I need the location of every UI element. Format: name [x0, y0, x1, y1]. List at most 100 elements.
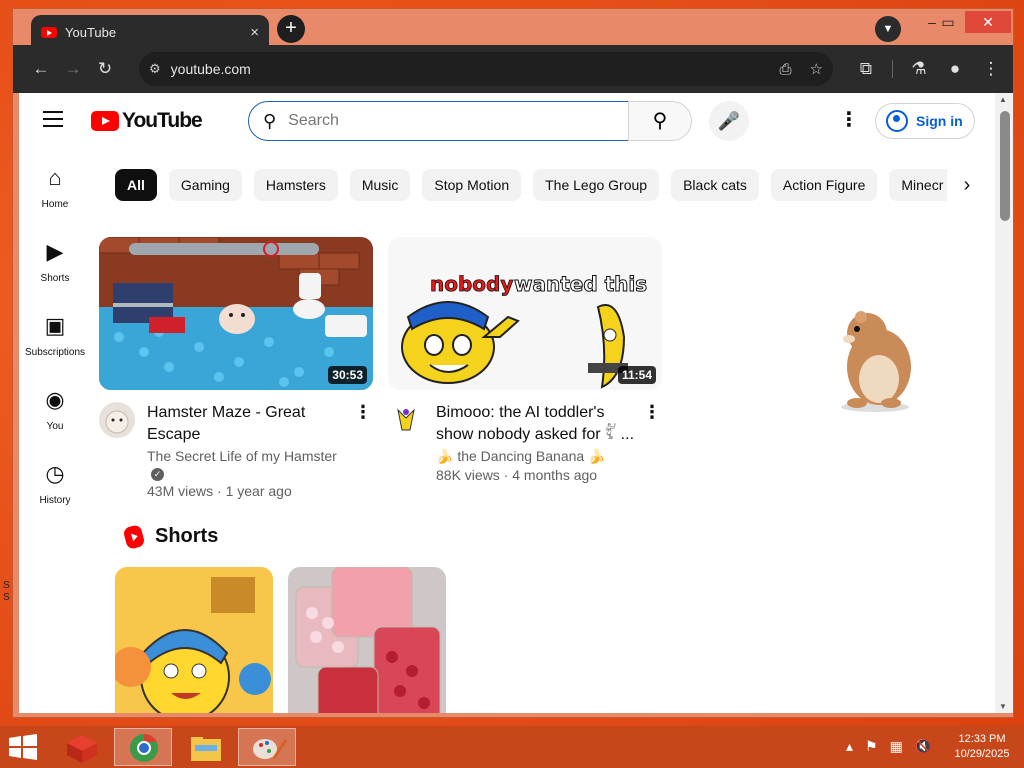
shorts-logo-icon — [122, 523, 146, 550]
video-title[interactable]: Bimooo: the AI toddler's show nobody ask… — [436, 402, 642, 446]
browser-toolbar: ← → ↻ ⚙ youtube.com ⎙ ☆ ⧉ ⚗ ● ⋮ — [13, 45, 1013, 93]
network-icon[interactable]: ▦ — [890, 738, 903, 755]
search-button[interactable]: ⚲ — [628, 101, 692, 141]
bookmark-star-icon[interactable]: ☆ — [810, 60, 823, 78]
video-stats: 88K views · 4 months ago — [436, 467, 598, 483]
sign-in-button[interactable]: Sign in — [875, 103, 975, 139]
chip-stop-motion[interactable]: Stop Motion — [422, 169, 522, 201]
toolbar-separator — [892, 60, 893, 78]
svg-text:nobody: nobody — [430, 272, 513, 296]
youtube-logo[interactable]: YouTube — [91, 109, 203, 133]
taskbar-paint-icon[interactable] — [238, 728, 296, 766]
extensions-icon[interactable]: ⧉ — [850, 53, 882, 85]
channel-avatar[interactable] — [388, 402, 424, 438]
guide-item-home[interactable]: ⌂ Home — [19, 157, 91, 231]
thumbnail-caption: nobody wanted this — [430, 272, 648, 297]
short-candy-image — [288, 567, 446, 713]
channel-name[interactable]: The Secret Life of my Hamster — [147, 448, 337, 464]
page-scrollbar[interactable]: ▲ ▼ — [995, 93, 1013, 713]
channel-name[interactable]: 🍌 the Dancing Banana 🍌 — [436, 448, 642, 465]
scrollbar-thumb[interactable] — [1000, 111, 1010, 221]
url-text[interactable]: youtube.com — [171, 61, 762, 77]
channel-avatar[interactable] — [99, 402, 135, 438]
shorts-shelf-header: Shorts — [122, 523, 219, 550]
video-title[interactable]: Hamster Maze - Great Escape — [147, 402, 353, 446]
labs-flask-icon[interactable]: ⚗ — [903, 53, 935, 85]
video-thumbnail[interactable]: nobody wanted this 11:54 — [388, 237, 662, 390]
svg-text:wanted this: wanted this — [514, 272, 647, 296]
hamburger-menu-icon[interactable] — [43, 111, 63, 127]
short-cartoon-image — [115, 567, 273, 713]
video-thumbnail[interactable]: 30:53 — [99, 237, 373, 390]
guide-sidebar: ⌂ Home ▶ Shorts ▣ Subscriptions ◉ You ◷ … — [19, 157, 91, 527]
browser-window: YouTube × + ▼ ‒ ▭ ✕ ← → ↻ ⚙ youtube.com … — [12, 8, 1014, 718]
taskbar: ▴ ⚑ ▦ 🔇 12:33 PM 10/29/2025 — [0, 726, 1024, 768]
voice-search-mic-icon[interactable]: 🎤 — [709, 101, 749, 141]
action-center-flag-icon[interactable]: ⚑ — [865, 738, 878, 755]
video-menu-dots-icon[interactable]: ⋮ — [353, 402, 373, 499]
search-input[interactable] — [288, 112, 589, 130]
chip-lego-group[interactable]: The Lego Group — [533, 169, 660, 201]
volume-muted-icon[interactable]: 🔇 — [915, 738, 932, 755]
taskbar-app-red-box-icon[interactable] — [52, 728, 110, 766]
taskbar-chrome-icon[interactable] — [114, 728, 172, 766]
account-circle-icon — [886, 110, 908, 132]
short-thumbnail[interactable] — [288, 567, 446, 713]
taskbar-file-explorer-icon[interactable] — [176, 728, 234, 766]
chip-music[interactable]: Music — [349, 169, 411, 201]
youtube-page: YouTube ⚲ ⚲ 🎤 ⋮ Sign in ⌂ Home ▶ Shorts — [19, 93, 995, 713]
search-icon: ⚲ — [263, 110, 277, 131]
history-icon: ◷ — [45, 461, 65, 486]
scroll-down-arrow-icon[interactable]: ▼ — [999, 702, 1007, 711]
chip-minecraft[interactable]: Minecr — [889, 169, 956, 201]
shorts-icon: ▶ — [46, 239, 64, 264]
chip-action-figure[interactable]: Action Figure — [770, 169, 878, 201]
short-thumbnail[interactable] — [115, 567, 273, 713]
desktop-icon-label: SS — [3, 580, 10, 603]
tab-title: YouTube — [65, 24, 117, 40]
menu-dots-icon[interactable]: ⋮ — [975, 53, 1007, 85]
chip-all[interactable]: All — [115, 169, 157, 201]
tab-close-icon[interactable]: × — [250, 24, 259, 41]
tab-search-button[interactable]: ▼ — [875, 16, 901, 42]
video-card[interactable]: 30:53 Hamster Maze - Great Escape The Se… — [99, 237, 373, 499]
reload-icon[interactable]: ↻ — [89, 53, 121, 85]
chip-gaming[interactable]: Gaming — [168, 169, 242, 201]
address-bar[interactable]: ⚙ youtube.com ⎙ ☆ — [139, 52, 833, 86]
site-info-icon[interactable]: ⚙ — [149, 61, 161, 77]
guide-item-subscriptions[interactable]: ▣ Subscriptions — [19, 305, 91, 379]
you-icon: ◉ — [45, 387, 65, 412]
system-tray: ▴ ⚑ ▦ 🔇 — [846, 738, 932, 755]
subscriptions-icon: ▣ — [44, 313, 66, 338]
youtube-logo-icon — [91, 111, 119, 131]
guide-item-you[interactable]: ◉ You — [19, 379, 91, 453]
search-box[interactable]: ⚲ — [248, 101, 629, 141]
chip-bar: All Gaming Hamsters Music Stop Motion Th… — [115, 169, 977, 201]
shorts-title: Shorts — [155, 525, 219, 547]
tray-expand-icon[interactable]: ▴ — [846, 738, 853, 755]
chip-next-arrow-icon[interactable]: › — [947, 169, 987, 201]
verified-badge-icon: ✓ — [151, 468, 164, 481]
scroll-up-arrow-icon[interactable]: ▲ — [999, 95, 1007, 104]
install-app-icon[interactable]: ⎙ — [780, 61, 792, 78]
tab-strip: YouTube × + ▼ ‒ ▭ ✕ — [13, 9, 1013, 49]
back-icon[interactable]: ← — [25, 53, 57, 85]
taskbar-clock[interactable]: 12:33 PM 10/29/2025 — [950, 732, 1014, 762]
tab-youtube[interactable]: YouTube × — [31, 15, 269, 49]
video-stats: 43M views · 1 year ago — [147, 483, 292, 499]
guide-item-history[interactable]: ◷ History — [19, 453, 91, 527]
guide-item-shorts[interactable]: ▶ Shorts — [19, 231, 91, 305]
close-window-button[interactable]: ✕ — [965, 11, 1011, 33]
windows-start-icon[interactable] — [8, 734, 38, 760]
masthead: YouTube ⚲ ⚲ 🎤 ⋮ Sign in — [19, 93, 995, 149]
profile-icon[interactable]: ● — [939, 53, 971, 85]
forward-icon[interactable]: → — [57, 53, 89, 85]
maximize-button[interactable]: ▭ — [933, 11, 963, 33]
chip-hamsters[interactable]: Hamsters — [253, 169, 338, 201]
youtube-favicon-icon — [41, 26, 57, 38]
video-menu-dots-icon[interactable]: ⋮ — [642, 402, 662, 483]
new-tab-button[interactable]: + — [277, 15, 305, 43]
video-card[interactable]: nobody wanted this 11:54 Bimooo: the AI … — [388, 237, 662, 483]
settings-more-icon[interactable]: ⋮ — [839, 107, 859, 132]
chip-black-cats[interactable]: Black cats — [671, 169, 759, 201]
